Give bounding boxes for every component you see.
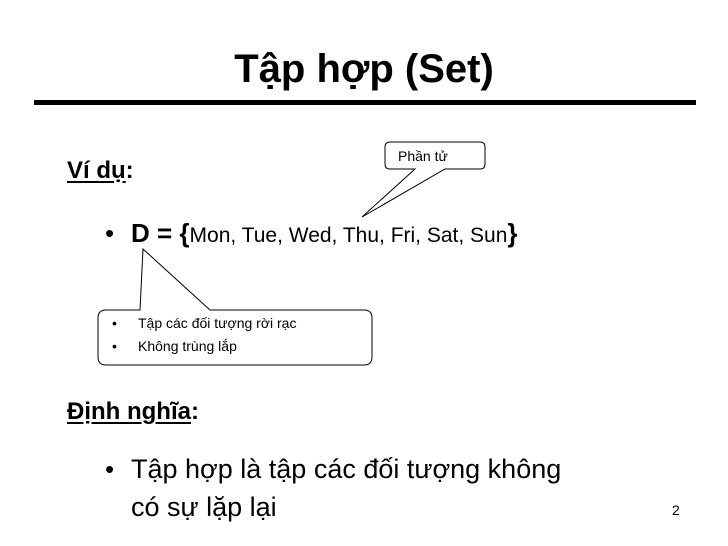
definition-bullet-dot-row: • <box>105 452 131 486</box>
definition-heading-colon: : <box>190 398 199 425</box>
bullet-dot: • <box>105 218 115 248</box>
page-number: 2 <box>672 502 680 518</box>
callout-bullet-dot: • <box>112 315 117 331</box>
example-heading: Ví dụ: <box>67 156 134 186</box>
definition-line-1: Tập hợp là tập các đối tượng không <box>131 454 562 484</box>
callout-bullet-text: Không trùng lắp <box>138 338 237 354</box>
callout-bullet-dot: • <box>112 338 117 354</box>
set-label: D = { <box>131 218 190 248</box>
element-callout-label: Phần tử <box>398 148 448 164</box>
definition-heading: Định nghĩa: <box>67 397 199 427</box>
definition-line-2: có sự lặp lại <box>131 492 277 522</box>
bullet-dot: • <box>105 454 115 484</box>
example-heading-colon: : <box>125 157 134 184</box>
set-close-brace: } <box>507 218 518 248</box>
callout-bullet-text: Tập các đối tượng rời rạc <box>138 315 297 331</box>
definition-heading-label: Định nghĩa <box>67 398 191 425</box>
set-bullet-row: • D = {Mon, Tue, Wed, Thu, Fri, Sat, Sun} <box>105 216 518 253</box>
set-elements: Mon, Tue, Wed, Thu, Fri, Sat, Sun <box>189 224 508 247</box>
example-heading-label: Ví dụ <box>67 157 126 184</box>
